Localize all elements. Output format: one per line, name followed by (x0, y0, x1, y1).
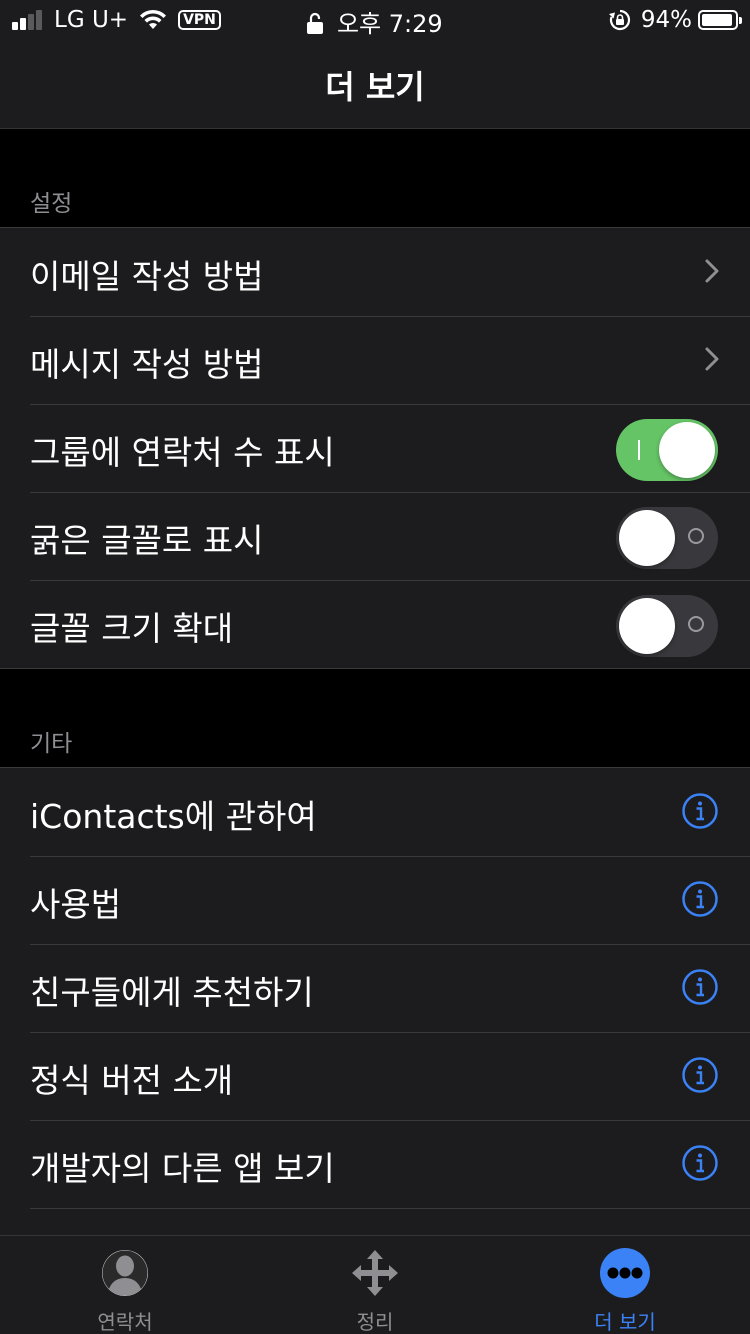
section-header-settings: 설정 (30, 191, 73, 217)
row-label: 이메일 작성 방법 (30, 257, 264, 296)
tab-label: 더 보기 (594, 1310, 656, 1334)
row-how-to-use[interactable]: 사용법 (0, 856, 750, 944)
info-icon[interactable] (682, 1145, 718, 1181)
row-label: iContacts에 관하여 (30, 797, 317, 836)
info-icon[interactable] (682, 793, 718, 829)
row-full-version-intro[interactable]: 정식 버전 소개 (0, 1032, 750, 1120)
bold-font-toggle[interactable] (616, 507, 718, 569)
page-title: 더 보기 (325, 68, 425, 106)
row-email-compose-method[interactable]: 이메일 작성 방법 (0, 228, 750, 316)
contacts-icon (102, 1250, 148, 1296)
row-label: 정식 버전 소개 (30, 1061, 234, 1100)
screen: LG U+ VPN 오후 7:29 94% 더 보기 설정 이메일 작성 방법 … (0, 0, 750, 1334)
navigation-bar: 더 보기 (0, 40, 750, 129)
other-group: iContacts에 관하여 사용법 친구들에게 추천하기 정식 버전 소개 개… (0, 767, 750, 1238)
row-label: 굵은 글꼴로 표시 (30, 521, 264, 560)
lock-icon (307, 12, 324, 34)
row-label: 글꼴 크기 확대 (30, 609, 234, 648)
status-bar: LG U+ VPN 오후 7:29 94% (0, 0, 750, 40)
more-dots-icon (600, 1248, 650, 1298)
tab-organize[interactable]: 정리 (250, 1236, 500, 1334)
row-label: 개발자의 다른 앱 보기 (30, 1149, 335, 1188)
info-icon[interactable] (682, 881, 718, 917)
status-right: 94% (608, 6, 742, 34)
row-label: 그룹에 연락처 수 표시 (30, 433, 335, 472)
battery-percent: 94% (640, 7, 692, 33)
battery-icon (698, 10, 742, 30)
row-developer-other-apps[interactable]: 개발자의 다른 앱 보기 (0, 1120, 750, 1208)
row-about-icontacts[interactable]: iContacts에 관하여 (0, 768, 750, 856)
chevron-right-icon (705, 259, 719, 283)
section-header-other: 기타 (30, 731, 73, 757)
row-larger-font: 글꼴 크기 확대 (0, 580, 750, 668)
status-time: 오후 7:29 (336, 10, 443, 38)
info-icon[interactable] (682, 969, 718, 1005)
row-label: 사용법 (30, 885, 122, 924)
rotation-lock-icon (608, 9, 630, 31)
tab-contacts[interactable]: 연락처 (0, 1236, 250, 1334)
tab-label: 정리 (356, 1310, 394, 1334)
chevron-right-icon (705, 347, 719, 371)
tab-label: 연락처 (97, 1310, 153, 1334)
show-contact-count-toggle[interactable] (616, 419, 718, 481)
tab-bar: 연락처 정리 더 보기 (0, 1235, 750, 1334)
info-icon[interactable] (682, 1057, 718, 1093)
larger-font-toggle[interactable] (616, 595, 718, 657)
tab-more[interactable]: 더 보기 (500, 1236, 750, 1334)
row-message-compose-method[interactable]: 메시지 작성 방법 (0, 316, 750, 404)
move-arrows-icon (352, 1250, 398, 1296)
row-label: 메시지 작성 방법 (30, 345, 264, 384)
row-bold-font: 굵은 글꼴로 표시 (0, 492, 750, 580)
row-show-contact-count: 그룹에 연락처 수 표시 (0, 404, 750, 492)
row-recommend-to-friends[interactable]: 친구들에게 추천하기 (0, 944, 750, 1032)
row-label: 친구들에게 추천하기 (30, 973, 314, 1012)
settings-group: 이메일 작성 방법 메시지 작성 방법 그룹에 연락처 수 표시 굵은 글꼴로 … (0, 227, 750, 669)
